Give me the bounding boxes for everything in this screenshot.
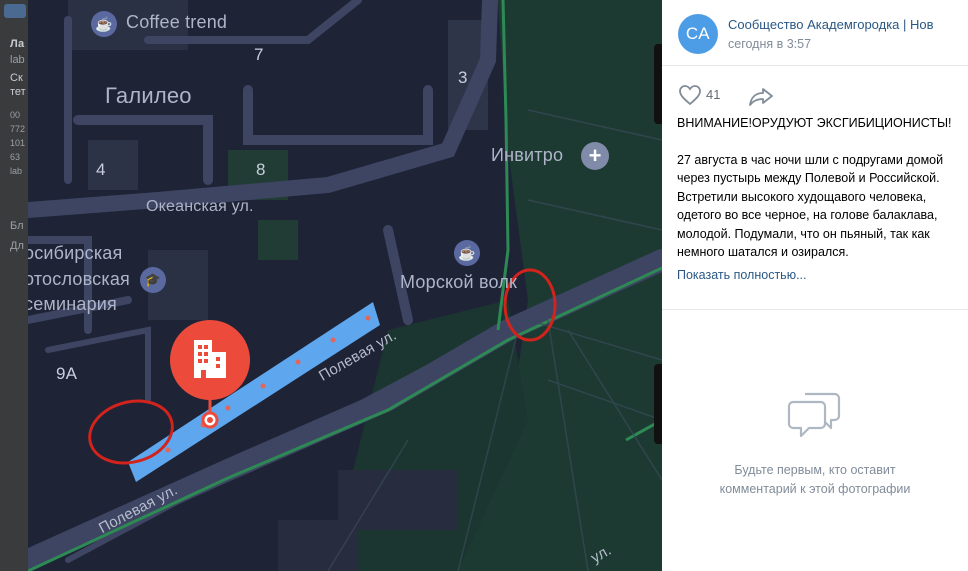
map-label-invitro: Инвитро xyxy=(491,145,564,165)
backdrop-text: Бл xyxy=(10,220,24,232)
house-number: 9А xyxy=(56,364,78,383)
share-icon[interactable] xyxy=(748,85,774,107)
show-more-link[interactable]: Показать полностью... xyxy=(677,266,954,285)
photo-viewer[interactable]: ☕ Coffee trend 7 3 Галилео Инвитро + 4 8… xyxy=(28,0,662,571)
post-header: СА Сообщество Академгородка | Нов сегодн… xyxy=(662,0,968,66)
post-title: ВНИМАНИЕ!ОРУДУЮТ ЭКСГИБИЦИОНИСТЫ! xyxy=(677,116,952,130)
backdrop-text: lab xyxy=(10,54,25,66)
graduation-cap-icon: 🎓 xyxy=(140,267,166,293)
post-sidebar: СА Сообщество Академгородка | Нов сегодн… xyxy=(662,0,968,571)
backdrop-text: 772 xyxy=(10,124,26,134)
map-label-coffee-trend: Coffee trend xyxy=(126,12,228,32)
house-number: 4 xyxy=(96,160,106,179)
map-label-galileo: Галилео xyxy=(105,83,192,108)
plus-icon: + xyxy=(581,142,609,170)
cup-icon: ☕ xyxy=(454,240,480,266)
post-text: 27 августа в час ночи шли с подругами до… xyxy=(677,152,944,260)
empty-comments-text: Будьте первым, кто оставит xyxy=(734,463,896,477)
heart-icon[interactable] xyxy=(678,84,702,106)
building-icon xyxy=(170,320,250,400)
backdrop-text: 101 xyxy=(10,138,26,148)
comment-icon xyxy=(787,392,841,438)
map-label-morskoy-volk: Морской волк xyxy=(400,272,518,292)
map-label-okeanskaya: Океанская ул. xyxy=(146,198,254,215)
background-page: Ла lab Ск тет 00 772 101 63 lab Бл Дл xyxy=(0,0,28,571)
photo-edge-tab xyxy=(654,364,662,444)
avatar[interactable]: СА xyxy=(678,14,718,54)
post-time[interactable]: сегодня в 3:57 xyxy=(728,37,811,51)
like-count: 41 xyxy=(706,87,721,102)
vk-logo xyxy=(4,4,26,18)
house-number: 8 xyxy=(256,160,266,179)
cup-icon: ☕ xyxy=(91,11,117,37)
backdrop-text: 63 xyxy=(10,152,21,162)
group-name-link[interactable]: Сообщество Академгородка | Нов xyxy=(728,17,964,32)
backdrop-text: 00 xyxy=(10,110,21,120)
house-number: 3 xyxy=(458,68,468,87)
post-body: ВНИМАНИЕ!ОРУДУЮТ ЭКСГИБИЦИОНИСТЫ! 27 авг… xyxy=(662,114,968,284)
map-label-seminary: отословская xyxy=(28,269,130,289)
backdrop-text: Ск xyxy=(10,72,23,84)
empty-comments-text: комментарий к этой фотографии xyxy=(719,482,911,496)
backdrop-text: Дл xyxy=(10,240,24,252)
backdrop-text: lab xyxy=(10,166,23,176)
map-label-seminary: осибирская xyxy=(28,243,123,263)
map-label-seminary: семинария xyxy=(28,294,118,314)
comments-empty-state: Будьте первым, кто оставит комментарий к… xyxy=(662,388,968,499)
photo-edge-tab xyxy=(654,44,662,124)
post-actions: 41 xyxy=(662,66,968,110)
backdrop-text: Ла xyxy=(10,38,25,50)
divider xyxy=(662,309,968,310)
house-number: 7 xyxy=(254,45,264,64)
backdrop-text: тет xyxy=(10,86,26,98)
